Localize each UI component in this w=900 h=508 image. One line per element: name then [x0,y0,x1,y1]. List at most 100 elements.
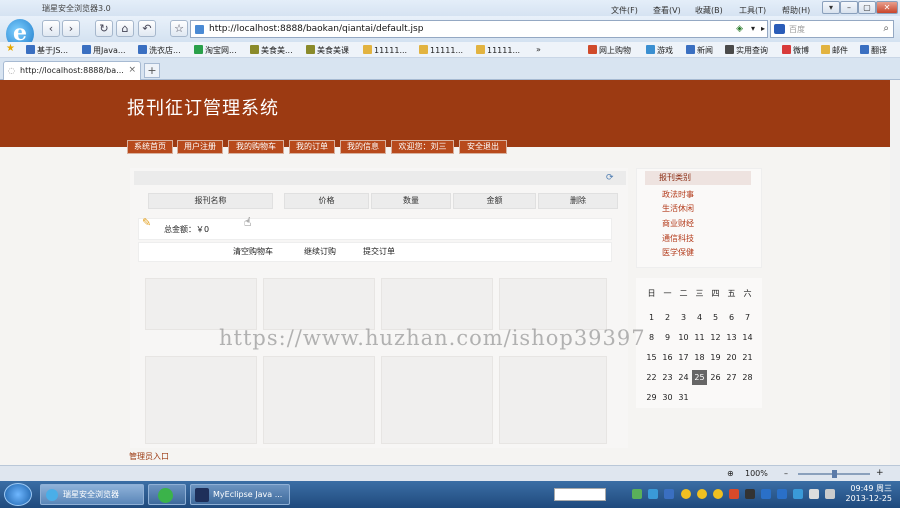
input-method-box[interactable] [554,488,606,501]
calendar-day[interactable]: 3 [676,310,691,325]
zoom-out-icon[interactable]: – [784,469,788,478]
calendar-day[interactable]: 10 [676,330,691,345]
nav-register[interactable]: 用户注册 [177,140,223,154]
favorite-item[interactable]: 微博 [782,45,809,56]
favorite-item[interactable]: 洗衣店... [138,45,181,56]
calendar-day[interactable]: 29 [644,390,659,405]
favorite-item[interactable]: 翻译 [860,45,887,56]
tray-icon[interactable] [632,489,642,499]
calendar-day[interactable]: 24 [676,370,691,385]
calendar-day[interactable]: 12 [708,330,723,345]
nav-orders[interactable]: 我的订单 [289,140,335,154]
go-arrow-icon[interactable]: ▸ [761,24,765,33]
refresh-icon[interactable]: ⟳ [606,173,614,183]
tab-close-icon[interactable]: × [128,65,136,75]
undo-close-button[interactable]: ↶ [138,20,156,37]
search-icon[interactable]: ⌕ [883,23,889,34]
calendar-day[interactable]: 14 [740,330,755,345]
calendar-day[interactable]: 15 [644,350,659,365]
calendar-day[interactable]: 1 [644,310,659,325]
skin-button[interactable]: ▾ [822,1,840,14]
menu-help[interactable]: 帮助(H) [782,5,810,16]
nav-home[interactable]: 系统首页 [127,140,173,154]
calendar-day[interactable]: 25 [692,370,707,385]
forward-button[interactable]: › [62,20,80,37]
favorite-item[interactable]: 实用查询 [725,45,768,56]
nav-profile[interactable]: 我的信息 [340,140,386,154]
calendar-day[interactable]: 5 [708,310,723,325]
zoom-in-icon[interactable]: + [876,468,884,478]
favorite-folder[interactable]: 11111... [363,45,407,55]
calendar-day[interactable]: 2 [660,310,675,325]
clear-cart-button[interactable]: 清空购物车 [233,246,273,257]
admin-entry-link[interactable]: 管理员入口 [129,451,169,462]
start-button[interactable] [4,483,32,506]
taskbar-myeclipse[interactable]: MyEclipse Java ... [190,484,290,505]
minimize-button[interactable]: – [840,1,858,14]
favorite-folder[interactable]: 11111... [476,45,520,55]
favorite-item[interactable]: 游戏 [646,45,673,56]
tray-icon[interactable] [793,489,803,499]
search-box[interactable]: 百度 ⌕ [770,20,894,38]
taskbar-app[interactable] [148,484,186,505]
zoom-slider-handle[interactable] [832,470,837,478]
calendar-day[interactable]: 22 [644,370,659,385]
calendar-day[interactable]: 20 [724,350,739,365]
favorite-item[interactable]: 新闻 [686,45,713,56]
calendar-day[interactable]: 26 [708,370,723,385]
calendar-day[interactable]: 8 [644,330,659,345]
calendar-day[interactable]: 27 [724,370,739,385]
nav-logout[interactable]: 安全退出 [459,140,507,154]
refresh-button[interactable]: ↻ [95,20,113,37]
favorite-item[interactable]: 淘宝网... [194,45,237,56]
favorite-item[interactable]: 邮件 [821,45,848,56]
tab-label[interactable]: http://localhost:8888/ba... [20,66,124,75]
tray-icon[interactable] [648,489,658,499]
calendar-day[interactable]: 16 [660,350,675,365]
continue-shopping-button[interactable]: 继续订购 [304,246,336,257]
close-button[interactable]: ✕ [876,1,898,14]
qq-icon[interactable] [697,489,707,499]
maximize-button[interactable]: ▢ [858,1,876,14]
category-link[interactable]: 医学保健 [662,247,694,258]
network-icon[interactable] [825,489,835,499]
calendar-day[interactable]: 17 [676,350,691,365]
clock[interactable]: 09:49 周三 2013-12-25 [846,484,893,504]
security-shield-icon[interactable]: ◈ [736,24,743,34]
taskbar-browser[interactable]: 瑞星安全浏览器 [40,484,144,505]
menu-view[interactable]: 查看(V) [653,5,681,16]
zoom-icon[interactable]: ⊕ [727,469,734,478]
category-link[interactable]: 生活休闲 [662,203,694,214]
category-link[interactable]: 商业财经 [662,218,694,229]
calendar-day[interactable]: 30 [660,390,675,405]
calendar-day[interactable]: 21 [740,350,755,365]
calendar-day[interactable]: 13 [724,330,739,345]
qq-icon[interactable] [713,489,723,499]
favorites-star-icon[interactable]: ★ [6,43,15,54]
tab-active[interactable]: ◌ http://localhost:8888/ba... × [3,61,141,80]
calendar-day[interactable]: 31 [676,390,691,405]
zoom-level[interactable]: 100% [745,469,768,478]
calendar-day[interactable]: 11 [692,330,707,345]
nav-cart[interactable]: 我的购物车 [228,140,284,154]
calendar-day[interactable]: 18 [692,350,707,365]
menu-file[interactable]: 文件(F) [611,5,638,16]
favorite-item[interactable]: 美食美... [250,45,293,56]
category-link[interactable]: 政法时事 [662,189,694,200]
new-tab-button[interactable]: + [144,63,160,78]
calendar-day[interactable]: 4 [692,310,707,325]
tray-icon[interactable] [664,489,674,499]
calendar-day[interactable]: 7 [740,310,755,325]
category-link[interactable]: 通信科技 [662,233,694,244]
shield-icon[interactable] [761,489,771,499]
favorite-star-button[interactable]: ☆ [170,20,188,37]
calendar-day[interactable]: 28 [740,370,755,385]
menu-tools[interactable]: 工具(T) [739,5,766,16]
submit-order-button[interactable]: 提交订单 [363,246,395,257]
favorite-item[interactable]: 美食美课 [306,45,349,56]
qq-icon[interactable] [681,489,691,499]
favorite-folder[interactable]: 11111... [419,45,463,55]
tray-icon[interactable] [745,489,755,499]
favorite-item[interactable]: 网上购物 [588,45,631,56]
shield-icon[interactable] [777,489,787,499]
